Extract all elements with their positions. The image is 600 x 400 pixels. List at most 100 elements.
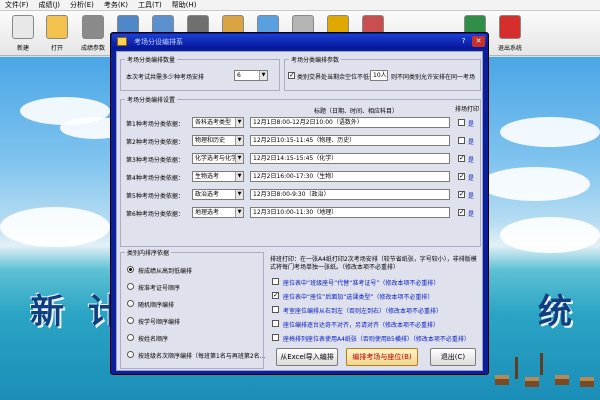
sort-radio[interactable]: [127, 300, 134, 307]
chevron-down-icon: ▼: [259, 71, 267, 80]
menu-item[interactable]: 考务(K): [99, 0, 133, 11]
dialog-title-bar[interactable]: 考场分设编排系 ? ✕: [112, 34, 487, 49]
open-folder-icon: [46, 15, 68, 39]
cloud: [480, 167, 590, 201]
exit-button[interactable]: 退出(C): [430, 348, 476, 366]
print-yes-label: 是: [468, 211, 475, 218]
time-title-input[interactable]: 12月3日10:00-11:30（地理）: [250, 207, 450, 218]
window-icon: [117, 37, 127, 46]
print-checkbox[interactable]: [458, 137, 465, 144]
class-type-value: 地理选考: [195, 209, 220, 216]
class-legend: 考场分类编排设置: [127, 97, 176, 104]
background-title-right: 统: [538, 292, 572, 332]
chevron-down-icon: ▼: [235, 190, 243, 199]
print-column-header: 排场打印: [455, 106, 480, 113]
chevron-down-icon: ▼: [235, 136, 243, 145]
print-checkbox[interactable]: [458, 208, 465, 216]
import-excel-button[interactable]: 从Excel导入编排: [276, 348, 338, 366]
menu-item[interactable]: 文件(F): [0, 0, 34, 11]
help-button[interactable]: ?: [458, 36, 469, 47]
class-type-select[interactable]: 地理选考 ▼: [192, 207, 244, 218]
class-type-value: 各科选考类型: [195, 119, 232, 126]
sort-radio[interactable]: [127, 283, 134, 290]
print-checkbox[interactable]: [458, 154, 465, 162]
sort-option-label: 按班级名次顺序编排（每班第1名与再班第2名...: [138, 353, 266, 360]
time-title-input[interactable]: 12月1日8:00-12月2日10:00（语数外）: [250, 117, 450, 128]
sort-legend: 类别内排序依据: [127, 250, 170, 257]
class-row-label: 第5种考场分类依据：: [126, 193, 184, 200]
cloud: [500, 217, 600, 253]
sort-option-label: 按姓名顺序: [138, 336, 169, 343]
toolbar-button[interactable]: 成绩参数: [76, 13, 110, 54]
time-title-input[interactable]: 12月2日14:15-15:45（化学）: [250, 153, 450, 164]
param-legend: 考场分类编排参数: [291, 57, 340, 64]
class-type-select[interactable]: 化学选考与化学 ▼: [192, 153, 244, 164]
print-checkbox[interactable]: [458, 190, 465, 198]
class-row-label: 第1种考场分类依据：: [126, 121, 184, 128]
palm-tree: [540, 353, 543, 375]
sort-radio[interactable]: [127, 266, 134, 273]
menu-item[interactable]: 工具(T): [133, 0, 167, 11]
room-count-select[interactable]: 6 ▼: [234, 70, 268, 81]
option-label: 座位表中“座位”后面加“选课类型”（修改本项不必重排）: [283, 294, 434, 301]
class-row-label: 第4种考场分类依据：: [126, 175, 184, 182]
menu-bar: 文件(F) 成绩(J) 分析(E) 考务(K) 工具(T) 帮助(H): [0, 0, 600, 11]
print-yes-label: 是: [468, 175, 475, 182]
room-count-legend: 考场分类编排数量: [127, 57, 176, 64]
sort-option-label: 按准考证号顺序: [138, 285, 181, 292]
option-checkbox[interactable]: [272, 278, 279, 285]
close-button[interactable]: ✕: [472, 36, 485, 47]
option-label: 座位表中“班级座号”代替“准考证号”（修改本项不必重排）: [283, 280, 440, 287]
class-type-value: 政治选考: [195, 191, 220, 198]
merge-rooms-label-pre: 类别交界处当剩余空位不低于: [297, 74, 376, 81]
class-type-select[interactable]: 物理和历史 ▼: [192, 135, 244, 146]
toolbar-button[interactable]: 退出系统: [493, 13, 527, 54]
merge-rooms-label-post: 则不同类别允许安排在同一考场: [391, 74, 476, 81]
toolbar-button-label: 成绩参数: [80, 45, 105, 52]
merge-rooms-checkbox[interactable]: [288, 71, 295, 79]
menu-item[interactable]: 分析(E): [65, 0, 99, 11]
class-type-value: 物理和历史: [195, 137, 226, 144]
dialog-title: 考场分设编排系: [134, 38, 183, 46]
toolbar-button-label: 退出系统: [497, 45, 522, 52]
print-checkbox[interactable]: [458, 119, 465, 126]
option-checkbox[interactable]: [272, 320, 279, 327]
print-yes-label: 是: [468, 139, 475, 146]
time-title-input[interactable]: 12月2日16:00-17:30（生物）: [250, 171, 450, 182]
sort-radio[interactable]: [127, 317, 134, 324]
print-yes-label: 是: [468, 121, 475, 128]
toolbar-button[interactable]: 新建: [6, 13, 40, 54]
option-checkbox[interactable]: [272, 291, 279, 299]
class-type-select[interactable]: 政治选考 ▼: [192, 189, 244, 200]
option-checkbox[interactable]: [272, 306, 279, 313]
sort-option-label: 按学号顺序编排: [138, 319, 181, 326]
arrange-button[interactable]: 编排考场与座位(B): [346, 348, 418, 366]
palm-tree: [515, 357, 518, 379]
option-label: 考室座位编排从右到左（否则左到右）（修改本项不必重排）: [283, 308, 443, 315]
class-type-select[interactable]: 各科选考类型 ▼: [192, 117, 244, 128]
menu-item[interactable]: 帮助(H): [167, 0, 202, 11]
time-title-input[interactable]: 12月3日8:00-9:30（政治）: [250, 189, 450, 200]
sort-radio[interactable]: [127, 334, 134, 341]
chevron-down-icon: ▼: [235, 154, 243, 163]
print-note: 排班打印：在一张A4纸打印2次考场安排（较节省纸张，字号较小），非排版模式将每门…: [270, 256, 477, 271]
class-type-select[interactable]: 生物选考 ▼: [192, 171, 244, 182]
threshold-input[interactable]: 10人: [370, 70, 388, 81]
print-checkbox[interactable]: [458, 172, 465, 180]
chevron-down-icon: ▼: [235, 172, 243, 181]
room-count-value: 6: [237, 72, 241, 79]
class-row-label: 第6种考场分类依据：: [126, 211, 184, 218]
option-label: 座椅排列座位表使用A4纸张（否则使用B5横排）（修改本项不必重排）: [283, 336, 470, 343]
sort-radio[interactable]: [127, 351, 134, 358]
chevron-down-icon: ▼: [235, 208, 243, 217]
option-checkbox[interactable]: [272, 334, 279, 341]
room-count-question: 本次考试共需多少种考场安排: [126, 74, 205, 81]
time-title-input[interactable]: 12月2日10:15-11:45（物理、历史）: [250, 135, 450, 146]
new-document-icon: [12, 15, 34, 39]
sort-option-label: 按成绩从高到低编排: [138, 268, 193, 275]
toolbar-button[interactable]: 打开: [40, 13, 74, 54]
class-row-label: 第3种考场分类依据：: [126, 157, 184, 164]
cloud: [500, 117, 600, 147]
menu-item[interactable]: 成绩(J): [34, 0, 66, 11]
hut: [555, 375, 569, 385]
